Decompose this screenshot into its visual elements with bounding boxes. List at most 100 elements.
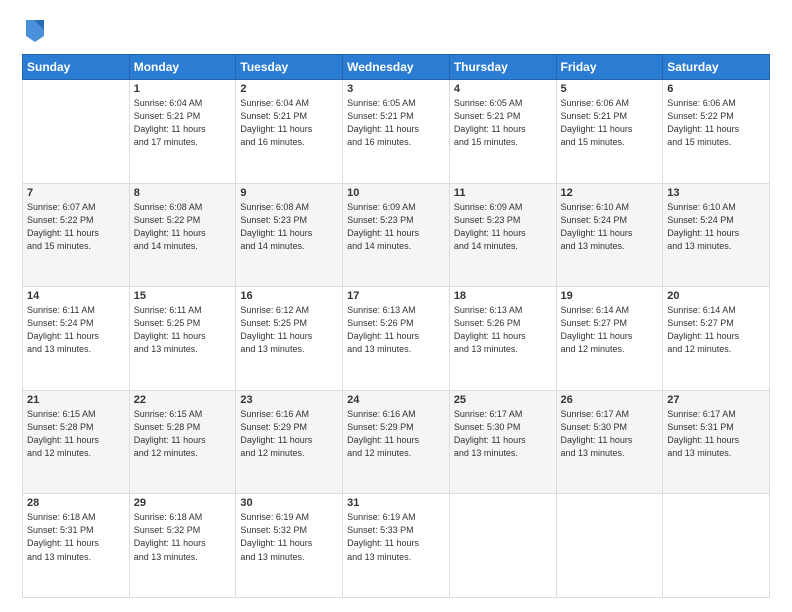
day-info: Sunrise: 6:11 AM Sunset: 5:24 PM Dayligh… xyxy=(27,304,125,356)
day-number: 1 xyxy=(134,83,232,95)
calendar-cell: 8 Sunrise: 6:08 AM Sunset: 5:22 PM Daylig… xyxy=(129,183,236,287)
day-info: Sunrise: 6:05 AM Sunset: 5:21 PM Dayligh… xyxy=(454,97,552,149)
day-number: 22 xyxy=(134,394,232,406)
day-info: Sunrise: 6:08 AM Sunset: 5:22 PM Dayligh… xyxy=(134,201,232,253)
calendar-cell: 22 Sunrise: 6:15 AM Sunset: 5:28 PM Dayli… xyxy=(129,390,236,494)
day-number: 12 xyxy=(561,187,659,199)
day-info: Sunrise: 6:07 AM Sunset: 5:22 PM Dayligh… xyxy=(27,201,125,253)
day-number: 24 xyxy=(347,394,445,406)
calendar-table: SundayMondayTuesdayWednesdayThursdayFrid… xyxy=(22,54,770,598)
week-row-2: 7 Sunrise: 6:07 AM Sunset: 5:22 PM Daylig… xyxy=(23,183,770,287)
calendar-cell: 23 Sunrise: 6:16 AM Sunset: 5:29 PM Dayli… xyxy=(236,390,343,494)
calendar-cell: 6Sunrise: 6:06 AM Sunset: 5:22 PM Daylig… xyxy=(663,80,770,184)
day-number: 4 xyxy=(454,83,552,95)
day-info: Sunrise: 6:19 AM Sunset: 5:33 PM Dayligh… xyxy=(347,511,445,563)
calendar-cell: 29 Sunrise: 6:18 AM Sunset: 5:32 PM Dayli… xyxy=(129,494,236,598)
day-info: Sunrise: 6:16 AM Sunset: 5:29 PM Dayligh… xyxy=(240,408,338,460)
day-info: Sunrise: 6:04 AM Sunset: 5:21 PM Dayligh… xyxy=(134,97,232,149)
day-info: Sunrise: 6:13 AM Sunset: 5:26 PM Dayligh… xyxy=(454,304,552,356)
day-number: 10 xyxy=(347,187,445,199)
day-number: 29 xyxy=(134,497,232,509)
day-info: Sunrise: 6:14 AM Sunset: 5:27 PM Dayligh… xyxy=(667,304,765,356)
calendar-cell: 30 Sunrise: 6:19 AM Sunset: 5:32 PM Dayli… xyxy=(236,494,343,598)
page: SundayMondayTuesdayWednesdayThursdayFrid… xyxy=(0,0,792,612)
day-info: Sunrise: 6:13 AM Sunset: 5:26 PM Dayligh… xyxy=(347,304,445,356)
day-info: Sunrise: 6:10 AM Sunset: 5:24 PM Dayligh… xyxy=(561,201,659,253)
calendar-cell: 17 Sunrise: 6:13 AM Sunset: 5:26 PM Dayli… xyxy=(343,287,450,391)
calendar-cell xyxy=(449,494,556,598)
day-info: Sunrise: 6:15 AM Sunset: 5:28 PM Dayligh… xyxy=(134,408,232,460)
day-number: 31 xyxy=(347,497,445,509)
day-number: 15 xyxy=(134,290,232,302)
day-number: 7 xyxy=(27,187,125,199)
calendar-cell: 3 Sunrise: 6:05 AM Sunset: 5:21 PM Daylig… xyxy=(343,80,450,184)
day-number: 8 xyxy=(134,187,232,199)
day-number: 9 xyxy=(240,187,338,199)
day-number: 28 xyxy=(27,497,125,509)
calendar-cell: 1 Sunrise: 6:04 AM Sunset: 5:21 PM Daylig… xyxy=(129,80,236,184)
weekday-monday: Monday xyxy=(129,55,236,80)
day-number: 23 xyxy=(240,394,338,406)
day-info: Sunrise: 6:09 AM Sunset: 5:23 PM Dayligh… xyxy=(454,201,552,253)
day-number: 6 xyxy=(667,83,765,95)
week-row-3: 14 Sunrise: 6:11 AM Sunset: 5:24 PM Dayli… xyxy=(23,287,770,391)
calendar-cell: 31 Sunrise: 6:19 AM Sunset: 5:33 PM Dayli… xyxy=(343,494,450,598)
logo-icon xyxy=(24,16,46,44)
day-number: 19 xyxy=(561,290,659,302)
day-number: 18 xyxy=(454,290,552,302)
calendar-cell: 11 Sunrise: 6:09 AM Sunset: 5:23 PM Dayli… xyxy=(449,183,556,287)
calendar-cell: 14 Sunrise: 6:11 AM Sunset: 5:24 PM Dayli… xyxy=(23,287,130,391)
calendar-cell: 26 Sunrise: 6:17 AM Sunset: 5:30 PM Dayli… xyxy=(556,390,663,494)
day-info: Sunrise: 6:17 AM Sunset: 5:30 PM Dayligh… xyxy=(561,408,659,460)
calendar-cell: 27 Sunrise: 6:17 AM Sunset: 5:31 PM Dayli… xyxy=(663,390,770,494)
day-number: 3 xyxy=(347,83,445,95)
calendar-cell: 15 Sunrise: 6:11 AM Sunset: 5:25 PM Dayli… xyxy=(129,287,236,391)
day-number: 30 xyxy=(240,497,338,509)
day-number: 13 xyxy=(667,187,765,199)
day-info: Sunrise: 6:18 AM Sunset: 5:31 PM Dayligh… xyxy=(27,511,125,563)
day-info: Sunrise: 6:14 AM Sunset: 5:27 PM Dayligh… xyxy=(561,304,659,356)
calendar-cell: 12 Sunrise: 6:10 AM Sunset: 5:24 PM Dayli… xyxy=(556,183,663,287)
weekday-tuesday: Tuesday xyxy=(236,55,343,80)
calendar-cell: 7 Sunrise: 6:07 AM Sunset: 5:22 PM Daylig… xyxy=(23,183,130,287)
calendar-cell: 13 Sunrise: 6:10 AM Sunset: 5:24 PM Dayli… xyxy=(663,183,770,287)
day-info: Sunrise: 6:17 AM Sunset: 5:31 PM Dayligh… xyxy=(667,408,765,460)
day-info: Sunrise: 6:16 AM Sunset: 5:29 PM Dayligh… xyxy=(347,408,445,460)
day-info: Sunrise: 6:08 AM Sunset: 5:23 PM Dayligh… xyxy=(240,201,338,253)
calendar-cell: 28 Sunrise: 6:18 AM Sunset: 5:31 PM Dayli… xyxy=(23,494,130,598)
day-info: Sunrise: 6:05 AM Sunset: 5:21 PM Dayligh… xyxy=(347,97,445,149)
day-number: 20 xyxy=(667,290,765,302)
day-number: 11 xyxy=(454,187,552,199)
day-info: Sunrise: 6:19 AM Sunset: 5:32 PM Dayligh… xyxy=(240,511,338,563)
header xyxy=(22,18,770,44)
calendar-cell: 9 Sunrise: 6:08 AM Sunset: 5:23 PM Daylig… xyxy=(236,183,343,287)
day-number: 17 xyxy=(347,290,445,302)
calendar-cell xyxy=(556,494,663,598)
day-info: Sunrise: 6:18 AM Sunset: 5:32 PM Dayligh… xyxy=(134,511,232,563)
day-number: 5 xyxy=(561,83,659,95)
calendar-cell: 16 Sunrise: 6:12 AM Sunset: 5:25 PM Dayli… xyxy=(236,287,343,391)
day-number: 14 xyxy=(27,290,125,302)
day-info: Sunrise: 6:11 AM Sunset: 5:25 PM Dayligh… xyxy=(134,304,232,356)
calendar-cell: 5 Sunrise: 6:06 AM Sunset: 5:21 PM Daylig… xyxy=(556,80,663,184)
calendar-cell: 21Sunrise: 6:15 AM Sunset: 5:28 PM Dayli… xyxy=(23,390,130,494)
week-row-5: 28 Sunrise: 6:18 AM Sunset: 5:31 PM Dayli… xyxy=(23,494,770,598)
calendar-cell: 2Sunrise: 6:04 AM Sunset: 5:21 PM Daylig… xyxy=(236,80,343,184)
day-info: Sunrise: 6:12 AM Sunset: 5:25 PM Dayligh… xyxy=(240,304,338,356)
day-number: 2 xyxy=(240,83,338,95)
day-number: 27 xyxy=(667,394,765,406)
weekday-saturday: Saturday xyxy=(663,55,770,80)
day-info: Sunrise: 6:15 AM Sunset: 5:28 PM Dayligh… xyxy=(27,408,125,460)
calendar-cell: 18 Sunrise: 6:13 AM Sunset: 5:26 PM Dayli… xyxy=(449,287,556,391)
weekday-sunday: Sunday xyxy=(23,55,130,80)
day-number: 16 xyxy=(240,290,338,302)
day-number: 26 xyxy=(561,394,659,406)
calendar-cell: 25Sunrise: 6:17 AM Sunset: 5:30 PM Dayli… xyxy=(449,390,556,494)
week-row-1: 1 Sunrise: 6:04 AM Sunset: 5:21 PM Daylig… xyxy=(23,80,770,184)
week-row-4: 21Sunrise: 6:15 AM Sunset: 5:28 PM Dayli… xyxy=(23,390,770,494)
weekday-header-row: SundayMondayTuesdayWednesdayThursdayFrid… xyxy=(23,55,770,80)
day-info: Sunrise: 6:06 AM Sunset: 5:21 PM Dayligh… xyxy=(561,97,659,149)
weekday-friday: Friday xyxy=(556,55,663,80)
calendar-cell xyxy=(23,80,130,184)
day-info: Sunrise: 6:10 AM Sunset: 5:24 PM Dayligh… xyxy=(667,201,765,253)
